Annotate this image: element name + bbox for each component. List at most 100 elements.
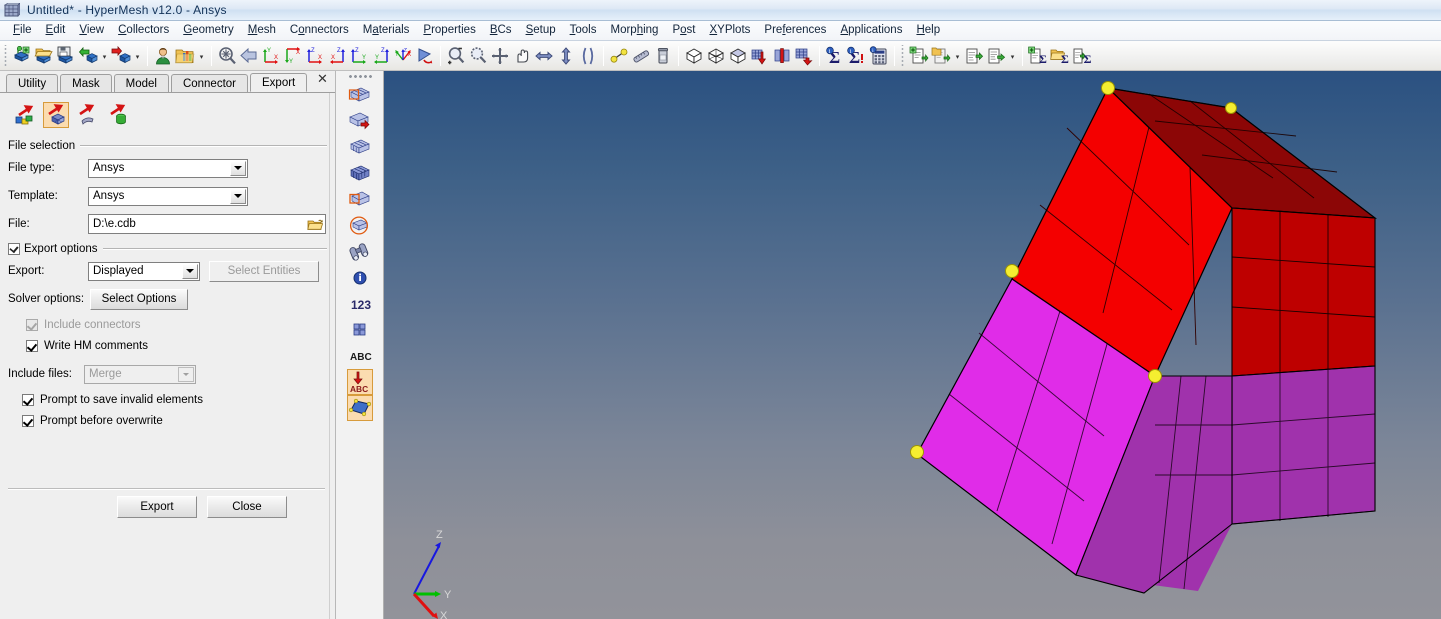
hex-mesh-block[interactable] bbox=[384, 71, 1440, 619]
export-options-checkbox[interactable] bbox=[8, 243, 20, 255]
view-xy-bottom-icon[interactable]: X Y bbox=[282, 44, 304, 68]
arrow-horizontal-icon[interactable] bbox=[533, 44, 555, 68]
panel-tab-connector[interactable]: Connector bbox=[171, 74, 248, 92]
new-summary-icon[interactable]: Σ bbox=[1027, 44, 1049, 68]
container-icon[interactable] bbox=[652, 44, 674, 68]
toolbar-grip[interactable] bbox=[900, 45, 905, 67]
menu-item-help[interactable]: Help bbox=[909, 22, 947, 39]
mirror-icon[interactable] bbox=[577, 44, 599, 68]
open-report-icon[interactable] bbox=[930, 44, 952, 68]
export-geometry-icon[interactable] bbox=[12, 102, 38, 128]
export-dropdown-icon[interactable]: ▾ bbox=[132, 44, 143, 68]
menu-item-properties[interactable]: Properties bbox=[416, 22, 482, 39]
import-icon[interactable] bbox=[77, 44, 99, 68]
solid-mesh-icon[interactable] bbox=[347, 161, 373, 187]
open-model-icon[interactable] bbox=[33, 44, 55, 68]
select-options-button[interactable]: Select Options bbox=[90, 289, 188, 310]
ruler-icon[interactable] bbox=[630, 44, 652, 68]
close-button[interactable]: Close bbox=[207, 496, 287, 518]
menu-item-post[interactable]: Post bbox=[665, 22, 702, 39]
pan-icon[interactable] bbox=[511, 44, 533, 68]
model-viewport[interactable]: Z Y X bbox=[384, 71, 1441, 619]
panel-tab-export[interactable]: Export bbox=[250, 73, 307, 92]
binoculars-find-icon[interactable] bbox=[347, 239, 373, 265]
user-profile-icon[interactable] bbox=[152, 44, 174, 68]
numbers-123-icon[interactable]: 123 bbox=[347, 291, 373, 317]
menu-item-view[interactable]: View bbox=[72, 22, 111, 39]
export-icon[interactable] bbox=[110, 44, 132, 68]
menu-item-applications[interactable]: Applications bbox=[833, 22, 909, 39]
menu-item-tools[interactable]: Tools bbox=[563, 22, 604, 39]
sum-exclamation-icon[interactable]: Σ i bbox=[846, 44, 868, 68]
menu-item-collectors[interactable]: Collectors bbox=[111, 22, 176, 39]
view-xz-icon[interactable]: Z X bbox=[326, 44, 348, 68]
panel-close-icon[interactable]: ✕ bbox=[316, 73, 329, 86]
mesh-shrink-icon[interactable] bbox=[793, 44, 815, 68]
mesh-lines-icon[interactable] bbox=[749, 44, 771, 68]
sum-icon[interactable]: Σ i bbox=[824, 44, 846, 68]
zoom-in-icon[interactable] bbox=[467, 44, 489, 68]
menu-item-setup[interactable]: Setup bbox=[519, 22, 563, 39]
menu-item-preferences[interactable]: Preferences bbox=[757, 22, 833, 39]
menu-item-morphing[interactable]: Morphing bbox=[603, 22, 665, 39]
new-model-icon[interactable] bbox=[11, 44, 33, 68]
distance-icon[interactable] bbox=[608, 44, 630, 68]
shaded-cube-icon[interactable] bbox=[727, 44, 749, 68]
open-report-dropdown-icon[interactable]: ▾ bbox=[952, 44, 963, 68]
page-export-dropdown-icon[interactable]: ▾ bbox=[1007, 44, 1018, 68]
menu-item-mesh[interactable]: Mesh bbox=[241, 22, 283, 39]
open-summary-icon[interactable]: Σ bbox=[1049, 44, 1071, 68]
abc-label-icon[interactable]: ABC bbox=[347, 343, 373, 369]
template-select[interactable]: Ansys bbox=[88, 187, 248, 206]
write-hm-comments-checkbox[interactable] bbox=[26, 340, 38, 352]
chevron-down-icon[interactable] bbox=[230, 161, 246, 176]
export-summary-icon[interactable]: Σ bbox=[1071, 44, 1093, 68]
load-results-dropdown-icon[interactable]: ▾ bbox=[196, 44, 207, 68]
export-button[interactable]: Export bbox=[117, 496, 197, 518]
chevron-down-icon[interactable] bbox=[182, 264, 198, 279]
iso-view-icon[interactable]: Z Y X bbox=[392, 44, 414, 68]
mesh-edit-box-icon[interactable] bbox=[347, 187, 373, 213]
view-xy-icon[interactable]: Y X bbox=[260, 44, 282, 68]
view-zy-icon[interactable]: Z Y bbox=[348, 44, 370, 68]
mesh-circle-icon[interactable] bbox=[347, 213, 373, 239]
node-grid-icon[interactable] bbox=[347, 317, 373, 343]
menu-item-geometry[interactable]: Geometry bbox=[176, 22, 241, 39]
menu-item-bcs[interactable]: BCs bbox=[483, 22, 519, 39]
file-type-select[interactable]: Ansys bbox=[88, 159, 248, 178]
menu-item-edit[interactable]: Edit bbox=[39, 22, 73, 39]
arrow-vertical-icon[interactable] bbox=[555, 44, 577, 68]
export-connector-icon[interactable] bbox=[74, 102, 100, 128]
open-folder-icon[interactable] bbox=[307, 217, 323, 232]
mesh-faces-icon[interactable] bbox=[347, 135, 373, 161]
export-solver-deck-icon[interactable] bbox=[105, 102, 131, 128]
select-entities-button[interactable]: Select Entities bbox=[209, 261, 319, 282]
panel-tab-mask[interactable]: Mask bbox=[60, 74, 111, 92]
page-next-icon[interactable] bbox=[963, 44, 985, 68]
rotate-view-icon[interactable] bbox=[414, 44, 436, 68]
wireframe-cube-icon[interactable] bbox=[683, 44, 705, 68]
zoom-out-icon[interactable] bbox=[445, 44, 467, 68]
element-edit-icon[interactable] bbox=[347, 83, 373, 109]
previous-view-icon[interactable] bbox=[238, 44, 260, 68]
prompt-invalid-checkbox[interactable] bbox=[22, 394, 34, 406]
vertical-toolbar-grip[interactable] bbox=[348, 74, 372, 81]
section-cut-icon[interactable] bbox=[771, 44, 793, 68]
menu-item-xyplots[interactable]: XYPlots bbox=[702, 22, 757, 39]
prompt-overwrite-checkbox[interactable] bbox=[22, 415, 34, 427]
hidden-line-cube-icon[interactable] bbox=[705, 44, 727, 68]
abc-arrow-icon[interactable]: ABC bbox=[347, 369, 373, 395]
view-yz-icon[interactable]: Z Y bbox=[370, 44, 392, 68]
import-dropdown-icon[interactable]: ▾ bbox=[99, 44, 110, 68]
export-mesh-icon[interactable] bbox=[43, 102, 69, 128]
export-scope-select[interactable]: Displayed bbox=[88, 262, 200, 281]
zoom-window-icon[interactable] bbox=[489, 44, 511, 68]
view-zx-icon[interactable]: Z X bbox=[304, 44, 326, 68]
surface-patch-icon[interactable] bbox=[347, 395, 373, 421]
page-export-icon[interactable] bbox=[985, 44, 1007, 68]
new-report-icon[interactable] bbox=[908, 44, 930, 68]
menu-item-file[interactable]: File bbox=[6, 22, 39, 39]
toolbar-grip[interactable] bbox=[3, 45, 8, 67]
panel-tab-model[interactable]: Model bbox=[114, 74, 169, 92]
panel-tab-utility[interactable]: Utility bbox=[6, 74, 58, 92]
